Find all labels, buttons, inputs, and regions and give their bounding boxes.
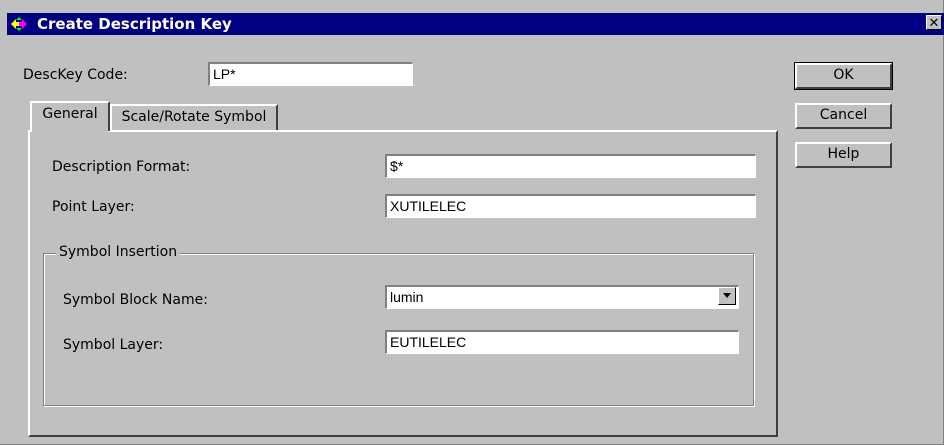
symbol-block-name-value: lumin	[390, 289, 424, 305]
help-button[interactable]: Help	[795, 142, 892, 168]
tab-general[interactable]: General	[30, 101, 110, 131]
chevron-down-icon	[723, 293, 731, 298]
symbol-block-name-select[interactable]: lumin	[385, 285, 739, 309]
point-layer-label: Point Layer:	[52, 199, 135, 215]
active-tab-joiner	[32, 130, 108, 133]
symbol-layer-input[interactable]: EUTILELEC	[385, 330, 739, 354]
desckey-code-input[interactable]: LP*	[208, 62, 413, 86]
app-icon	[11, 17, 27, 31]
symbol-layer-label: Symbol Layer:	[63, 337, 164, 353]
cancel-button[interactable]: Cancel	[795, 103, 892, 129]
tab-scale-rotate-symbol[interactable]: Scale/Rotate Symbol	[110, 104, 278, 130]
symbol-block-name-label: Symbol Block Name:	[63, 292, 208, 308]
desckey-code-label: DescKey Code:	[23, 67, 128, 83]
dialog-window: Create Description Key ✕ DescKey Code: L…	[0, 0, 944, 445]
window-title: Create Description Key	[37, 15, 232, 33]
point-layer-input[interactable]: XUTILELEC	[385, 194, 756, 218]
description-format-input[interactable]: $*	[385, 154, 756, 178]
description-format-label: Description Format:	[52, 159, 191, 175]
close-button[interactable]: ✕	[926, 15, 942, 31]
symbol-insertion-title: Symbol Insertion	[56, 244, 181, 260]
title-bar[interactable]: Create Description Key ✕	[7, 13, 944, 35]
symbol-block-dropdown-button[interactable]	[718, 287, 736, 305]
ok-button[interactable]: OK	[794, 62, 893, 90]
close-icon: ✕	[928, 16, 940, 31]
